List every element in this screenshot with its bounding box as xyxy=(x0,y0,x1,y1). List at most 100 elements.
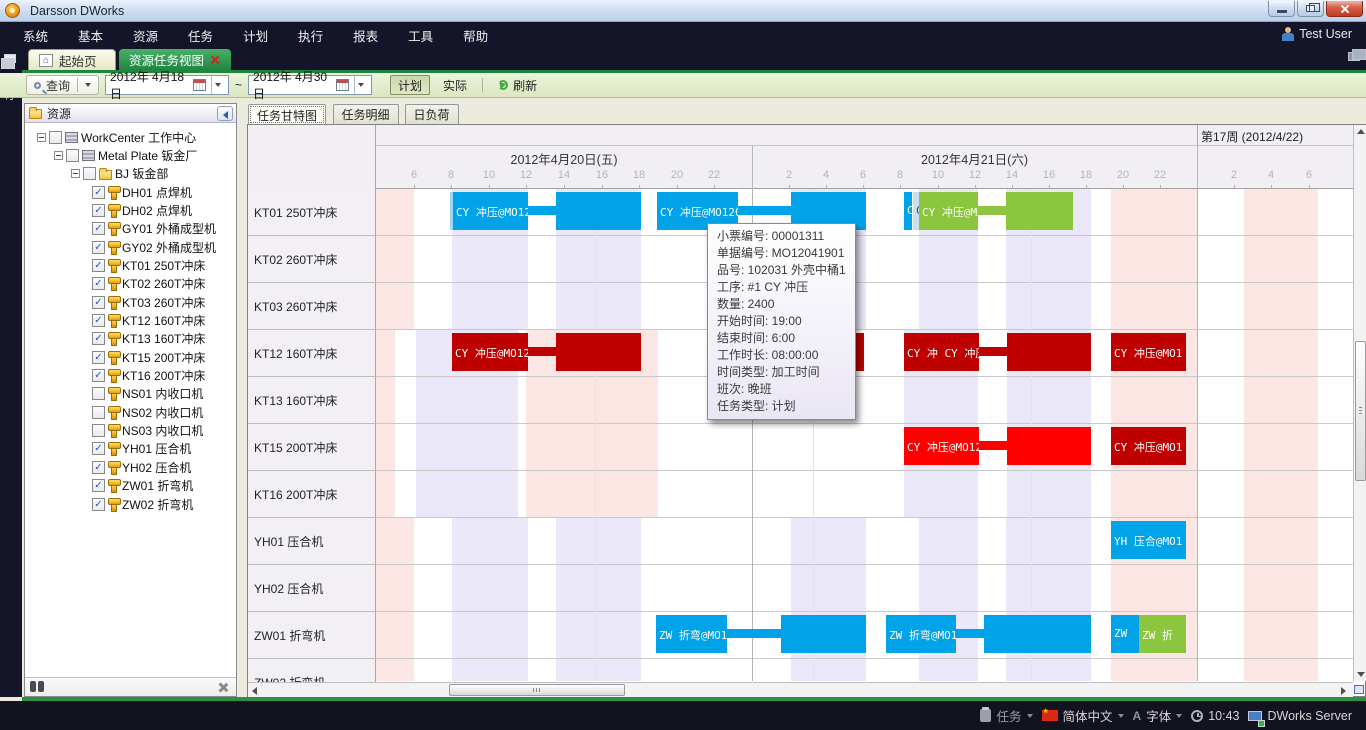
tree-checkbox[interactable]: ✓ xyxy=(92,186,105,199)
date-to-field[interactable]: 2012年 4月30日 xyxy=(248,75,372,95)
clear-filter-icon[interactable] xyxy=(218,682,228,692)
menu-item[interactable]: 计划 xyxy=(228,22,283,49)
tree-checkbox[interactable]: ✓ xyxy=(92,314,105,327)
menu-item[interactable]: 系统 xyxy=(8,22,63,49)
tree-checkbox[interactable]: ✓ xyxy=(92,204,105,217)
tree-item[interactable]: ✓DH01 点焊机 xyxy=(92,183,192,201)
task-bar[interactable] xyxy=(984,615,1091,653)
menu-item[interactable]: 执行 xyxy=(283,22,338,49)
date-to-dropdown[interactable] xyxy=(354,76,367,94)
task-bar[interactable]: CY 冲压@MO12041901 xyxy=(453,192,528,230)
tree-checkbox[interactable] xyxy=(49,131,62,144)
tree-expander-icon[interactable] xyxy=(54,151,63,160)
tree-item[interactable]: ✓KT03 260T冲床 xyxy=(92,293,205,311)
tree-checkbox[interactable]: ✓ xyxy=(92,479,105,492)
date-from-dropdown[interactable] xyxy=(211,76,224,94)
tree-checkbox[interactable]: ✓ xyxy=(92,369,105,382)
menu-item[interactable]: 资源 xyxy=(118,22,173,49)
tree-item[interactable]: BJ 钣金部 xyxy=(71,165,168,183)
task-bar[interactable]: CY 冲压@MO1 xyxy=(1111,333,1186,371)
menu-item[interactable]: 帮助 xyxy=(448,22,503,49)
tree-item[interactable]: ✓YH02 压合机 xyxy=(92,458,191,476)
actual-toggle[interactable]: 实际 xyxy=(436,75,474,95)
tree-item[interactable]: NS01 内收口机 xyxy=(92,385,203,403)
task-bar[interactable]: CY 冲压@MO12041904 xyxy=(452,333,528,371)
status-item[interactable]: 任务 xyxy=(980,706,1032,725)
menu-item[interactable]: 基本 xyxy=(63,22,118,49)
vertical-scrollbar[interactable] xyxy=(1353,125,1366,681)
gantt-tab-selected[interactable]: 任务甘特图 xyxy=(248,104,326,125)
task-bar[interactable] xyxy=(556,192,641,230)
plan-toggle[interactable]: 计划 xyxy=(390,75,430,95)
menu-item[interactable]: 任务 xyxy=(173,22,228,49)
tree-checkbox[interactable] xyxy=(92,387,105,400)
vertical-scroll-thumb[interactable] xyxy=(1355,341,1366,481)
tree-item[interactable]: WorkCenter 工作中心 xyxy=(37,128,196,146)
scroll-up-button[interactable] xyxy=(1354,125,1366,139)
menu-item[interactable]: 报表 xyxy=(338,22,393,49)
refresh-button[interactable]: 刷新 xyxy=(491,75,544,95)
tree-checkbox[interactable]: ✓ xyxy=(92,259,105,272)
tree-item[interactable]: ✓KT01 250T冲床 xyxy=(92,256,205,274)
collapsed-panel-strip[interactable]: 程序 xyxy=(0,48,22,697)
tree-checkbox[interactable] xyxy=(92,406,105,419)
task-bar[interactable] xyxy=(1007,427,1091,465)
status-item[interactable]: A字体 xyxy=(1133,706,1183,725)
minimize-button[interactable] xyxy=(1268,1,1295,17)
horizontal-scrollbar[interactable] xyxy=(248,682,1353,697)
scroll-down-button[interactable] xyxy=(1354,667,1366,681)
tree-checkbox[interactable]: ✓ xyxy=(92,498,105,511)
tree-item[interactable]: ✓KT02 260T冲床 xyxy=(92,275,205,293)
tree-checkbox[interactable]: ✓ xyxy=(92,351,105,364)
status-item[interactable]: 简体中文 xyxy=(1042,706,1124,725)
tree-item[interactable]: ✓GY01 外桶成型机 xyxy=(92,220,216,238)
task-bar[interactable]: C xyxy=(904,192,912,230)
date-from-field[interactable]: 2012年 4月18日 xyxy=(105,75,229,95)
tree-item[interactable]: NS02 内收口机 xyxy=(92,403,203,421)
tree-checkbox[interactable]: ✓ xyxy=(92,296,105,309)
task-bar[interactable]: YH 压合@MO1 xyxy=(1111,521,1186,559)
restore-button[interactable] xyxy=(1297,1,1324,17)
tree-checkbox[interactable] xyxy=(66,149,79,162)
tree-item[interactable]: ✓ZW02 折弯机 xyxy=(92,495,193,513)
tree-item[interactable]: ✓DH02 点焊机 xyxy=(92,201,192,219)
gantt-tab-item[interactable]: 日负荷 xyxy=(405,104,459,124)
tree-item[interactable]: ✓ZW01 折弯机 xyxy=(92,477,193,495)
task-bar[interactable] xyxy=(1007,333,1091,371)
gantt-tab-item[interactable]: 任务明细 xyxy=(333,104,399,124)
task-bar[interactable]: ZW xyxy=(1111,615,1139,653)
tree-checkbox[interactable] xyxy=(92,424,105,437)
tree-expander-icon[interactable] xyxy=(71,169,80,178)
tree-item[interactable]: ✓YH01 压合机 xyxy=(92,440,191,458)
task-bar[interactable]: CY 冲压@MO12041902 xyxy=(919,192,978,230)
tree-checkbox[interactable]: ✓ xyxy=(92,442,105,455)
tree-checkbox[interactable]: ✓ xyxy=(92,332,105,345)
task-bar[interactable] xyxy=(781,615,866,653)
tree-checkbox[interactable]: ✓ xyxy=(92,277,105,290)
tab-home[interactable]: ⌂ 起始页 xyxy=(28,49,116,70)
horizontal-scroll-thumb[interactable] xyxy=(449,684,625,696)
tree-item[interactable]: ✓KT15 200T冲床 xyxy=(92,348,205,366)
task-bar[interactable] xyxy=(1006,192,1073,230)
tree-item[interactable]: Metal Plate 钣金厂 xyxy=(54,146,197,164)
task-bar[interactable]: ZW 折弯@MO12041901 xyxy=(886,615,956,653)
task-bar[interactable]: ZW 折弯@MO12041901 xyxy=(656,615,727,653)
tree-checkbox[interactable]: ✓ xyxy=(92,222,105,235)
query-button[interactable]: 查询 xyxy=(26,75,99,95)
task-bar[interactable] xyxy=(556,333,641,371)
status-item[interactable]: 10:43 xyxy=(1191,709,1239,723)
tree-item[interactable]: ✓KT16 200T冲床 xyxy=(92,367,205,385)
tree-item[interactable]: ✓KT12 160T冲床 xyxy=(92,312,205,330)
close-button[interactable] xyxy=(1326,1,1363,17)
tree-item[interactable]: ✓GY02 外桶成型机 xyxy=(92,238,216,256)
tree-checkbox[interactable] xyxy=(83,167,96,180)
status-item[interactable]: DWorks Server xyxy=(1248,709,1352,723)
tree-item[interactable]: ✓KT13 160T冲床 xyxy=(92,330,205,348)
menu-item[interactable]: 工具 xyxy=(393,22,448,49)
tree-expander-icon[interactable] xyxy=(37,133,46,142)
tab-close-icon[interactable] xyxy=(210,55,219,64)
tree-checkbox[interactable]: ✓ xyxy=(92,461,105,474)
tab-overflow-icon[interactable] xyxy=(1348,52,1360,61)
find-icon[interactable] xyxy=(30,681,44,692)
task-bar[interactable]: CY 冲 CY 冲压@MO12041904 xyxy=(904,333,979,371)
